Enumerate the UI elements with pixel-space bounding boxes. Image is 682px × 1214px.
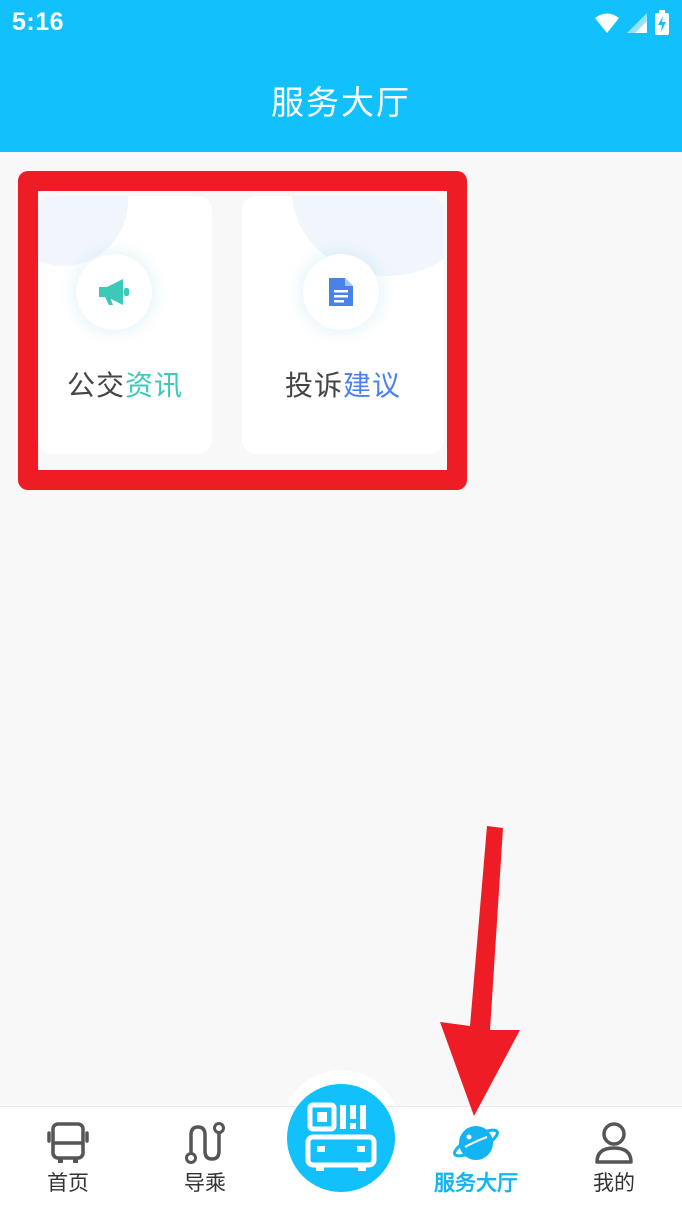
app-header: 5:16 服务大厅 bbox=[0, 0, 682, 152]
tab-home-label: 首页 bbox=[47, 1171, 89, 1195]
planet-icon bbox=[453, 1126, 499, 1160]
signal-icon bbox=[627, 13, 647, 33]
tab-guide-label: 导乘 bbox=[184, 1171, 226, 1195]
qr-bus-icon bbox=[305, 1102, 377, 1171]
user-icon bbox=[595, 1122, 633, 1164]
page-title: 服务大厅 bbox=[271, 83, 411, 122]
tab-guide[interactable]: 导乘 bbox=[155, 1121, 255, 1211]
scan-qr-button[interactable] bbox=[287, 1084, 395, 1192]
tab-home[interactable]: 首页 bbox=[18, 1121, 118, 1211]
wifi-icon bbox=[595, 13, 619, 33]
bus-icon bbox=[47, 1122, 89, 1163]
annotation-highlight-box bbox=[18, 171, 467, 490]
status-bar: 5:16 bbox=[0, 0, 682, 48]
annotation-arrow bbox=[440, 826, 520, 1116]
route-icon bbox=[185, 1122, 225, 1164]
tab-service-hall-label: 服务大厅 bbox=[434, 1171, 518, 1195]
tab-service-hall[interactable]: 服务大厅 bbox=[426, 1121, 526, 1211]
status-icons bbox=[594, 10, 670, 36]
battery-icon bbox=[655, 10, 669, 35]
tab-mine-label: 我的 bbox=[593, 1171, 635, 1195]
status-time: 5:16 bbox=[12, 8, 65, 36]
tab-mine[interactable]: 我的 bbox=[564, 1121, 664, 1211]
